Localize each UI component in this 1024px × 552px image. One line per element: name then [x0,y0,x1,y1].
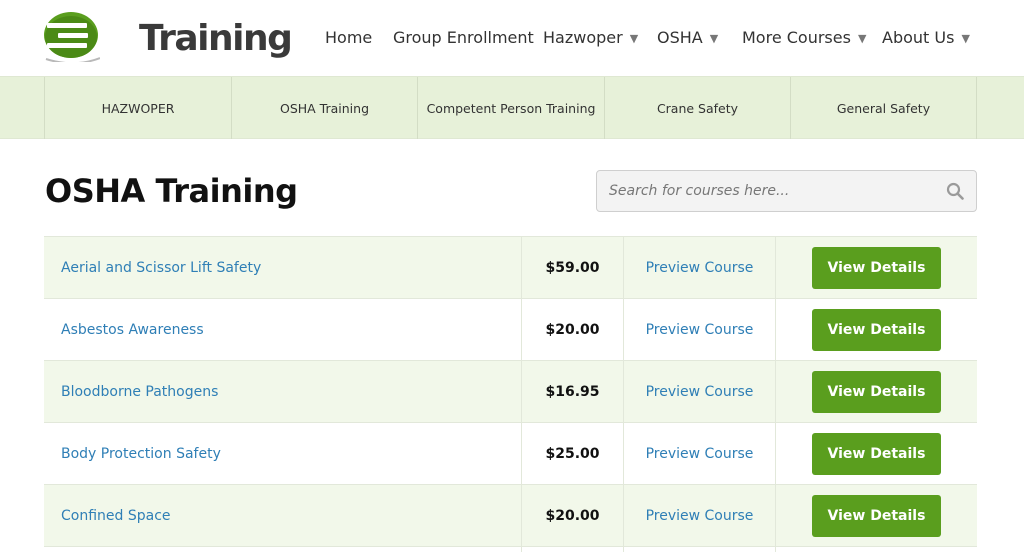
main-nav: Home Group Enrollment Hazwoper ▼ OSHA ▼ Mo… [0,28,1024,52]
nav-about-us[interactable]: About Us ▼ [882,28,970,47]
action-cell: View Details [775,361,977,422]
page-title: OSHA Training [45,172,298,210]
category-crane-safety[interactable]: Crane Safety [604,77,790,139]
column-divider [623,547,775,552]
nav-home-label: Home [325,28,373,47]
action-cell: View Details [775,423,977,484]
search-input[interactable] [609,171,929,211]
nav-hazwoper-label: Hazwoper [543,28,623,47]
table-row: Aerial and Scissor Lift Safety $59.00 Pr… [44,236,977,298]
course-table: Aerial and Scissor Lift Safety $59.00 Pr… [44,236,977,552]
course-price: $25.00 [521,423,623,484]
chevron-down-icon: ▼ [709,32,719,45]
course-name-link[interactable]: Confined Space [44,485,521,546]
chevron-down-icon: ▼ [961,32,970,45]
category-osha-training[interactable]: OSHA Training [231,77,417,139]
course-name-link[interactable]: Asbestos Awareness [44,299,521,360]
preview-course-link[interactable]: Preview Course [623,299,775,360]
preview-course-link[interactable]: Preview Course [623,485,775,546]
table-row [44,546,977,552]
course-price: $16.95 [521,361,623,422]
nav-group-enrollment-label: Group Enrollment [393,28,534,47]
preview-course-link[interactable]: Preview Course [623,423,775,484]
nav-osha-label: OSHA [657,28,703,47]
view-details-button[interactable]: View Details [812,246,941,289]
chevron-down-icon: ▼ [857,32,867,45]
column-divider [521,547,623,552]
nav-more-courses[interactable]: More Courses ▼ [742,28,866,47]
table-row: Body Protection Safety $25.00 Preview Co… [44,422,977,484]
nav-more-courses-label: More Courses [742,28,851,47]
nav-about-us-label: About Us [882,28,955,47]
category-hazwoper[interactable]: HAZWOPER [44,77,231,139]
nav-osha[interactable]: OSHA ▼ [657,28,718,47]
table-row: Asbestos Awareness $20.00 Preview Course… [44,298,977,360]
table-row: Bloodborne Pathogens $16.95 Preview Cour… [44,360,977,422]
view-details-button[interactable]: View Details [812,494,941,537]
view-details-button[interactable]: View Details [812,370,941,413]
view-details-button[interactable]: View Details [812,308,941,351]
action-cell: View Details [775,485,977,546]
course-name-link[interactable]: Aerial and Scissor Lift Safety [44,237,521,298]
site-header: Training Home Group Enrollment Hazwoper ▼… [0,0,1024,76]
course-price: $59.00 [521,237,623,298]
view-details-button[interactable]: View Details [812,432,941,475]
table-row: Confined Space $20.00 Preview Course Vie… [44,484,977,546]
preview-course-link[interactable]: Preview Course [623,361,775,422]
action-cell: View Details [775,299,977,360]
course-name-link[interactable]: Bloodborne Pathogens [44,361,521,422]
category-general-safety[interactable]: General Safety [790,77,977,139]
preview-course-link[interactable]: Preview Course [623,237,775,298]
category-bar: HAZWOPER OSHA Training Competent Person … [0,76,1024,139]
nav-group-enrollment[interactable]: Group Enrollment [393,28,534,47]
course-price: $20.00 [521,485,623,546]
action-cell: View Details [775,237,977,298]
nav-hazwoper[interactable]: Hazwoper ▼ [543,28,638,47]
category-competent-person-training[interactable]: Competent Person Training [417,77,604,139]
chevron-down-icon: ▼ [629,32,639,45]
course-price: $20.00 [521,299,623,360]
search-icon[interactable] [946,182,964,200]
column-divider [775,547,977,552]
course-name-link[interactable]: Body Protection Safety [44,423,521,484]
search-box [596,170,977,212]
nav-home[interactable]: Home [325,28,372,47]
